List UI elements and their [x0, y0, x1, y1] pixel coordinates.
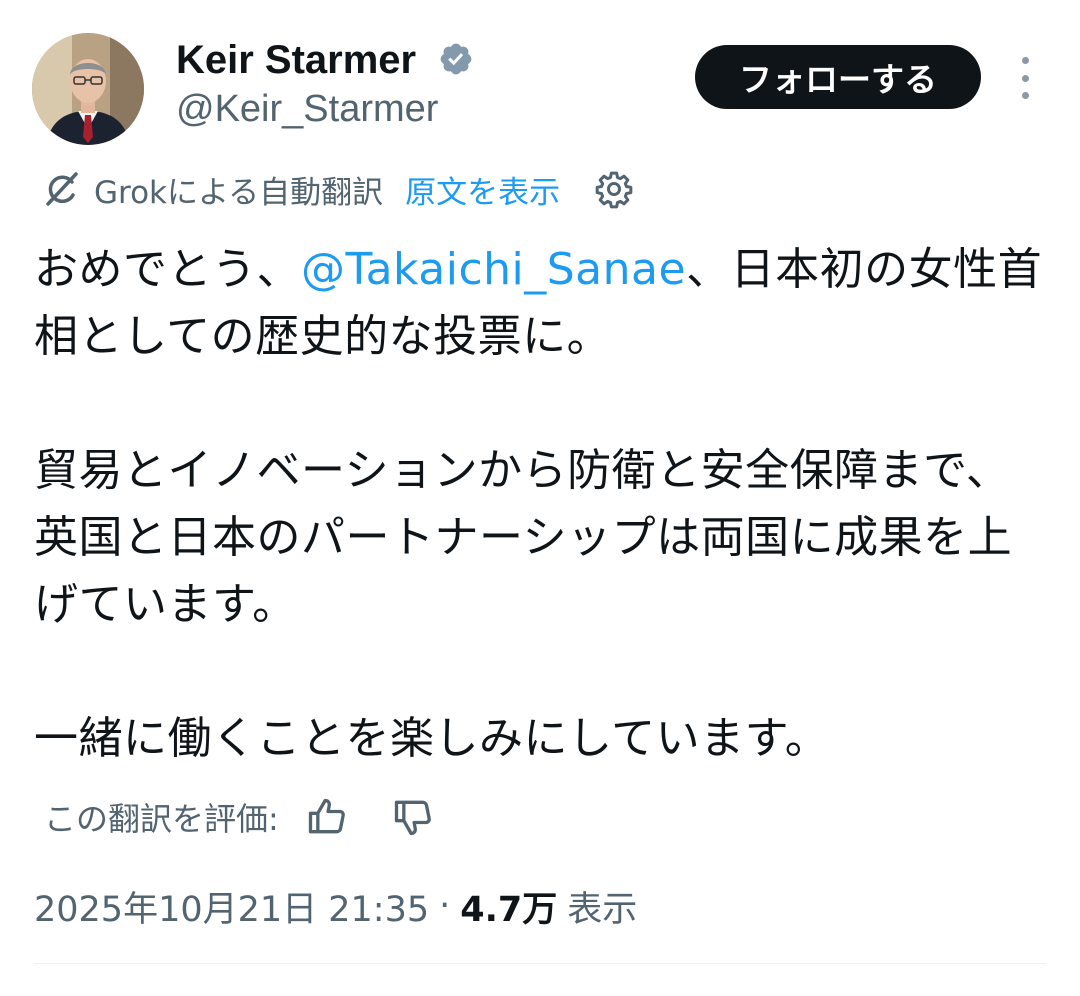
rate-translation-label: この翻訳を評価:: [44, 800, 279, 838]
translation-label: Grokによる自動翻訳: [94, 174, 384, 211]
rate-translation-bar: この翻訳を評価:: [44, 792, 435, 842]
more-vertical-icon[interactable]: [1008, 57, 1042, 99]
timestamp[interactable]: 2025年10月21日 21:35: [34, 881, 429, 932]
translation-bar: Grokによる自動翻訳 原文を表示: [42, 164, 634, 214]
avatar-image: [32, 33, 144, 145]
tweet-meta: 2025年10月21日 21:35 · 4.7万 表示: [34, 880, 637, 932]
grok-icon: [46, 172, 78, 206]
gear-icon[interactable]: [594, 169, 634, 209]
more-dot: [1021, 92, 1029, 99]
tweet-text: おめでとう、@Takaichi_Sanae、日本初の女性首相としての歴史的な投票…: [34, 236, 1044, 772]
views-label: 表示: [567, 889, 638, 930]
thumbs-down-icon[interactable]: [391, 795, 435, 839]
thumbs-up-icon[interactable]: [305, 795, 349, 839]
show-original-link[interactable]: 原文を表示: [405, 167, 560, 212]
author-display-name[interactable]: Keir Starmer: [176, 36, 416, 84]
divider: [34, 963, 1046, 964]
tweet-paragraph: 一緒に働くことを楽しみにしています。: [34, 713, 830, 764]
tweet-text-segment: おめでとう、: [34, 244, 301, 295]
tweet-paragraph: おめでとう、@Takaichi_Sanae、日本初の女性首相としての歴史的な投票…: [34, 236, 1044, 370]
meta-separator: ·: [439, 886, 451, 926]
follow-button[interactable]: フォローする: [695, 45, 981, 109]
more-dot: [1021, 74, 1029, 82]
verified-badge-icon: [440, 43, 472, 75]
views-count: 4.7万: [460, 889, 558, 930]
tweet-paragraph: 貿易とイノベーションから防衛と安全保障まで、英国と日本のパートナーシップは両国に…: [34, 445, 1013, 630]
author-handle[interactable]: @Keir_Starmer: [176, 86, 438, 132]
avatar[interactable]: [32, 33, 144, 145]
mention-link[interactable]: @Takaichi_Sanae: [301, 244, 686, 295]
more-dot: [1021, 57, 1029, 64]
